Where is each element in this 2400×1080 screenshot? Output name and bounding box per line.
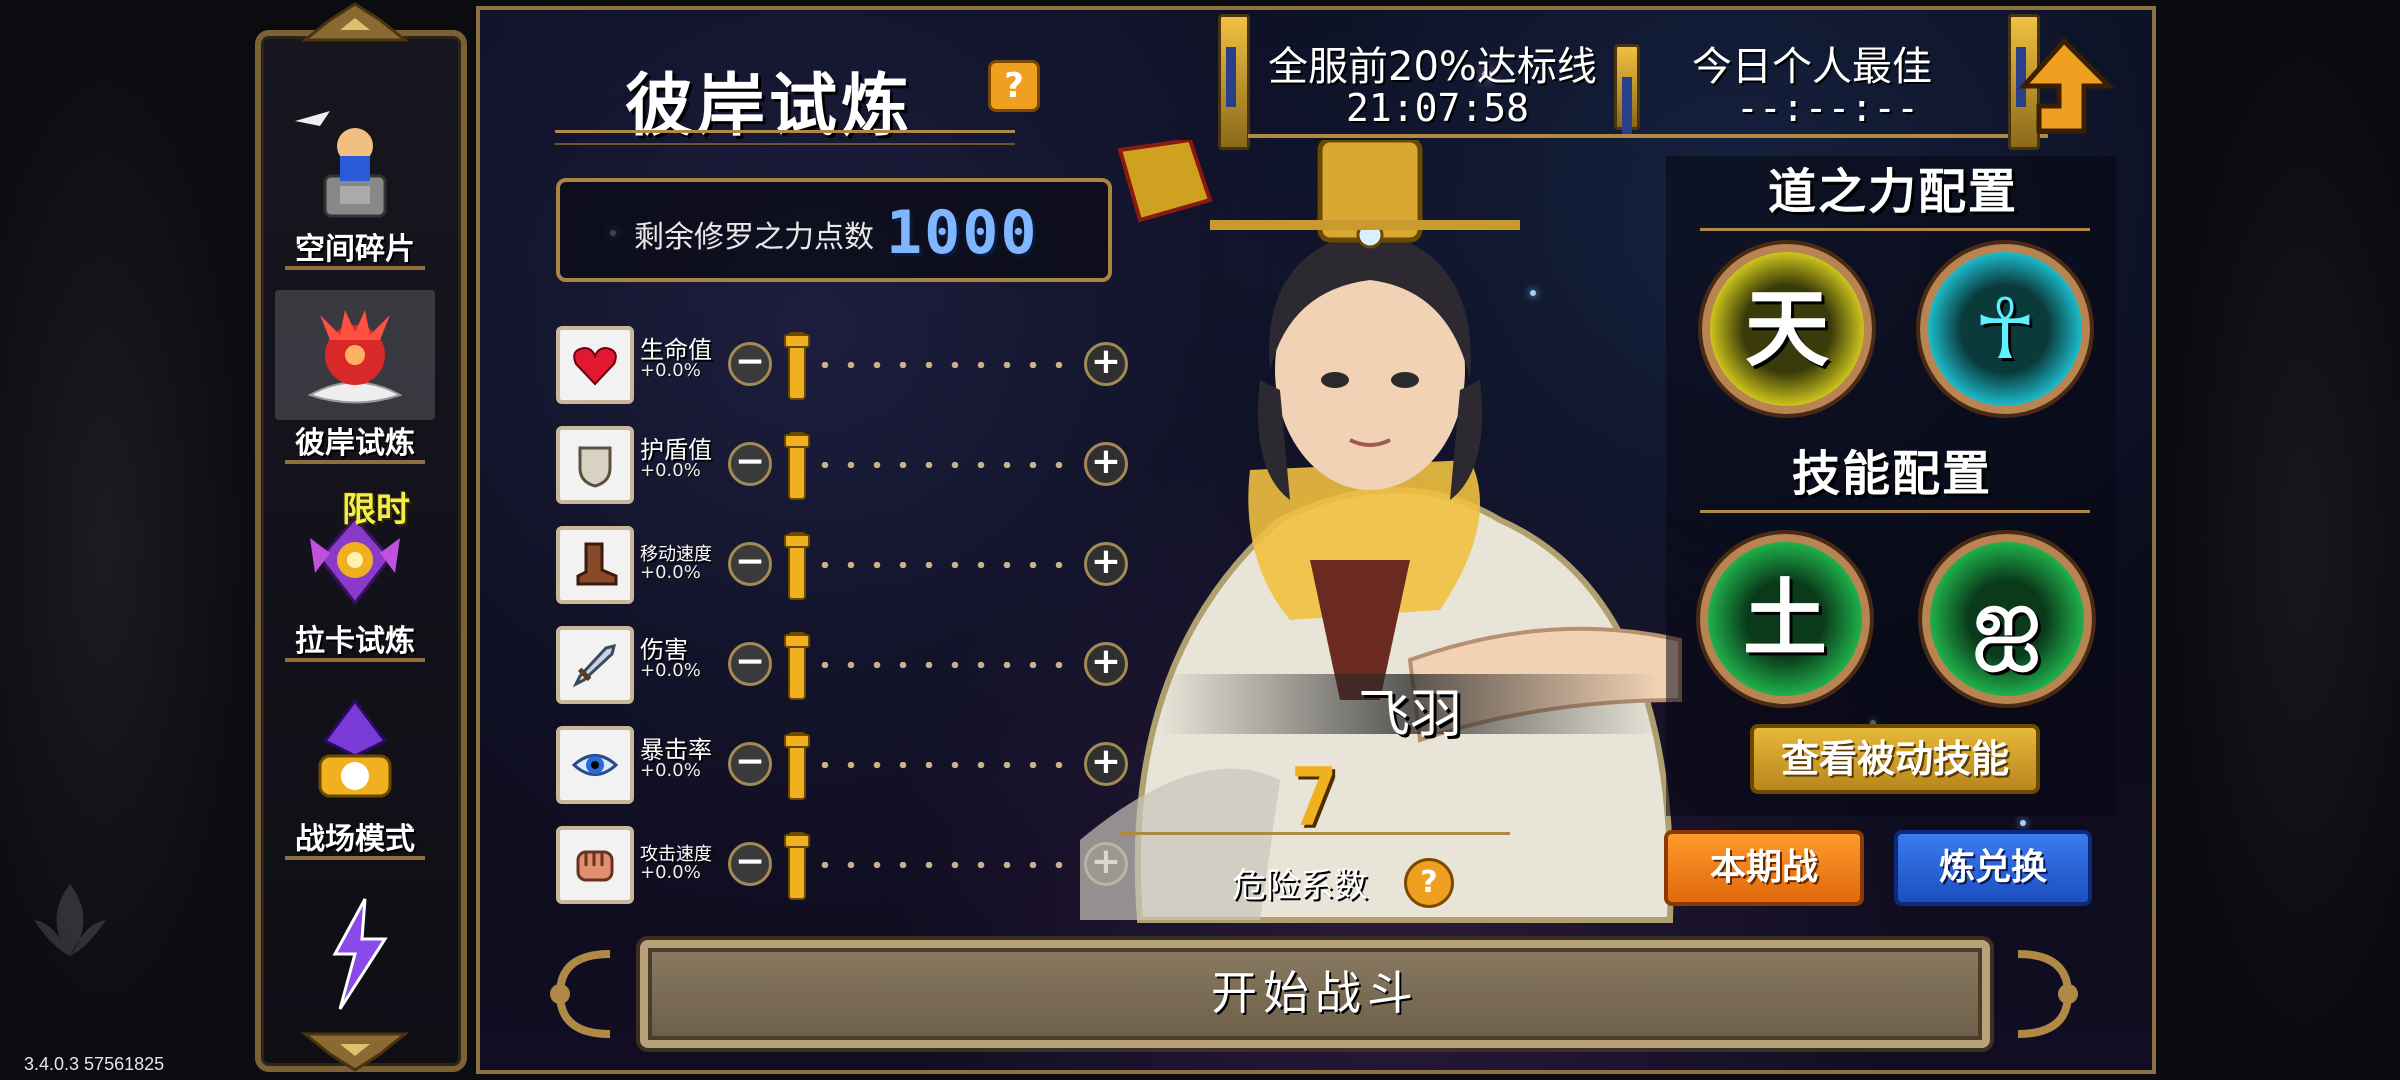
- stat-value: +0.0%: [640, 460, 701, 481]
- character-portrait: [1080, 140, 1682, 923]
- stat-slider-track: [812, 662, 1078, 668]
- sword-icon: [572, 643, 617, 688]
- menu-label: 战场模式: [295, 822, 415, 857]
- boot-icon: [576, 542, 618, 586]
- danger-help-question-icon[interactable]: ?: [1404, 858, 1454, 908]
- stat-slider-handle[interactable]: [784, 732, 810, 800]
- menu-item-laka-trial[interactable]: 限时 拉卡试炼: [270, 488, 440, 668]
- exchange-button[interactable]: 炼兑换: [1894, 830, 2092, 906]
- skill-orb-earth[interactable]: 土: [1700, 534, 1870, 704]
- menu-divider: [285, 856, 425, 860]
- back-arrow-icon[interactable]: [2014, 36, 2114, 146]
- stat-icon-frame: [556, 426, 634, 504]
- stat-icon-frame: [556, 726, 634, 804]
- lotus-decoration-icon: [34, 884, 106, 956]
- version-label: 3.4.0.3 57561825: [24, 1054, 165, 1074]
- right-scroll-ornament-icon: [2017, 950, 2078, 1038]
- stat-slider-track: [812, 862, 1078, 868]
- menu-label: 空间碎片: [295, 232, 415, 267]
- menu-divider: [285, 658, 425, 662]
- start-battle-button[interactable]: 开始战斗: [640, 940, 1990, 1048]
- server-threshold-label: 全服前20%达标线: [1268, 44, 1597, 90]
- stat-decrease-button[interactable]: −: [728, 642, 772, 686]
- stat-slider-handle[interactable]: [784, 432, 810, 500]
- menu-item-lightning[interactable]: [270, 884, 440, 1064]
- season-battle-button[interactable]: 本期战: [1664, 830, 1864, 906]
- heart-icon: [573, 346, 617, 386]
- stat-decrease-button[interactable]: −: [728, 842, 772, 886]
- menu-item-higan-trial[interactable]: 彼岸试炼: [270, 290, 440, 470]
- lightning-icon: [332, 898, 388, 1010]
- stat-slider-handle[interactable]: [784, 632, 810, 700]
- danger-label: 危险系数: [1232, 866, 1368, 906]
- pillar-ornament-icon: [1218, 14, 1250, 150]
- left-scroll-ornament-icon: [550, 950, 611, 1038]
- stat-slider-handle[interactable]: [784, 532, 810, 600]
- info-bar-divider: [1248, 134, 2048, 144]
- skill-orb-spiral[interactable]: ஐ: [1922, 534, 2092, 704]
- limited-time-badge: 限时: [342, 490, 410, 530]
- eye-icon: [572, 754, 618, 776]
- menu-divider: [285, 460, 425, 464]
- title-underline: [555, 130, 1015, 145]
- skill-divider: [1700, 510, 2090, 519]
- shield-icon: [578, 446, 612, 488]
- dao-orb-spirit[interactable]: ☥: [1920, 244, 2090, 414]
- top-info-bar: 全服前20%达标线 21:07:58 今日个人最佳 --:--:--: [1218, 14, 2108, 150]
- stat-slider-track: [812, 362, 1078, 368]
- dao-divider: [1700, 228, 2090, 237]
- skill-config-title: 技能配置: [1792, 446, 1993, 502]
- dao-config-title: 道之力配置: [1768, 164, 2019, 220]
- stat-decrease-button[interactable]: −: [728, 442, 772, 486]
- help-question-icon[interactable]: ?: [988, 60, 1040, 112]
- stat-slider-track: [812, 762, 1078, 768]
- skill-orb-glyph: 土: [1742, 570, 1827, 668]
- stat-icon-frame: [556, 626, 634, 704]
- background-right: [2160, 0, 2400, 1080]
- skill-orb-glyph: ஐ: [1973, 570, 2041, 668]
- points-label: 剩余修罗之力点数: [634, 220, 874, 255]
- stat-value: +0.0%: [640, 360, 701, 381]
- stat-value: +0.0%: [640, 760, 701, 781]
- dao-orb-glyph: 天: [1744, 280, 1829, 378]
- stat-decrease-button[interactable]: −: [728, 342, 772, 386]
- character-name: 飞羽: [1357, 685, 1462, 745]
- fist-icon: [576, 850, 614, 882]
- server-threshold-time: 21:07:58: [1346, 86, 1530, 130]
- higan-flower-icon: [307, 310, 403, 404]
- personal-best-label: 今日个人最佳: [1692, 44, 1932, 90]
- menu-crown-ornament-icon: [300, 2, 410, 42]
- star-sparkle: [2020, 820, 2026, 826]
- dao-orb-glyph: ☥: [1973, 280, 2037, 378]
- space-fragment-icon: [295, 111, 387, 218]
- menu-label: 彼岸试炼: [295, 426, 415, 461]
- stat-value: +0.0%: [640, 862, 701, 883]
- danger-divider: [1120, 832, 1510, 841]
- menu-divider: [285, 266, 425, 270]
- stat-icon-frame: [556, 326, 634, 404]
- stat-slider-track: [812, 462, 1078, 468]
- stat-icon-frame: [556, 826, 634, 904]
- menu-item-battlefield-mode[interactable]: 战场模式: [270, 686, 440, 866]
- stat-decrease-button[interactable]: −: [728, 542, 772, 586]
- stat-value: +0.0%: [640, 660, 701, 681]
- points-value: 1000: [886, 198, 1039, 268]
- personal-best-time: --:--:--: [1736, 86, 1920, 130]
- menu-item-space-fragment[interactable]: 空间碎片: [270, 96, 440, 276]
- view-passive-skills-button[interactable]: 查看被动技能: [1750, 724, 2040, 794]
- menu-label: 拉卡试炼: [295, 624, 415, 659]
- stat-decrease-button[interactable]: −: [728, 742, 772, 786]
- stat-slider-handle[interactable]: [784, 832, 810, 900]
- stat-slider-handle[interactable]: [784, 332, 810, 400]
- battlefield-crystal-icon: [318, 698, 392, 798]
- stat-slider-track: [812, 562, 1078, 568]
- dao-orb-heaven[interactable]: 天: [1702, 244, 1872, 414]
- stat-value: +0.0%: [640, 562, 701, 583]
- danger-value: 7: [1290, 751, 1339, 844]
- stat-icon-frame: [556, 526, 634, 604]
- pillar-ornament-icon: [1614, 44, 1640, 137]
